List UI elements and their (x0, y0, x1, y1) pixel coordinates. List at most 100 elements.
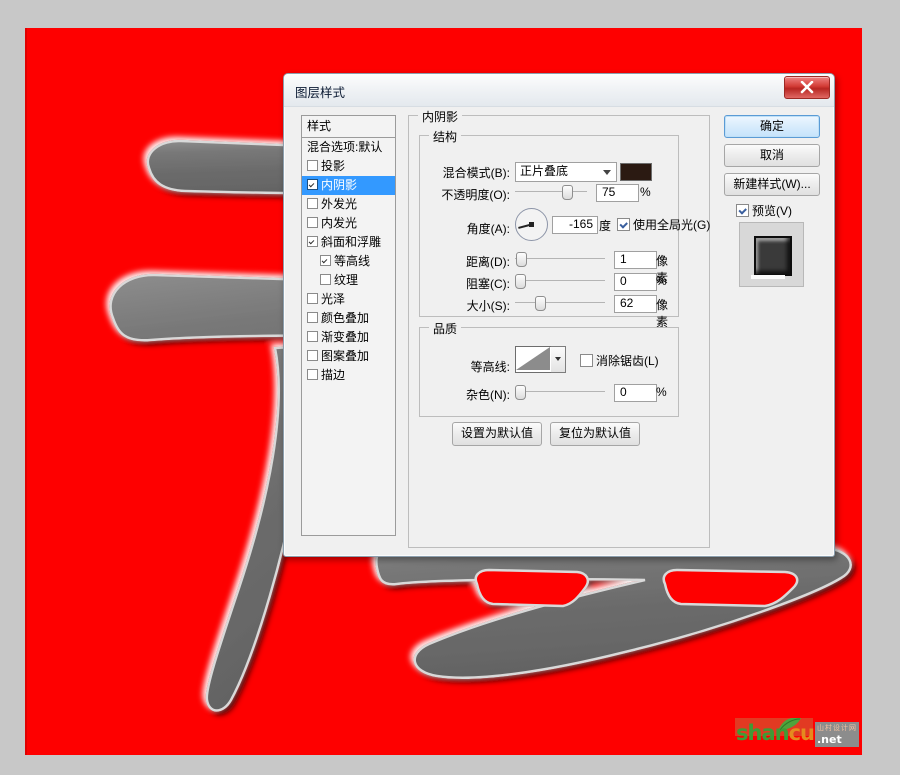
contour-dropdown-button[interactable] (551, 346, 566, 373)
style-item-checkbox[interactable] (307, 198, 318, 209)
style-list-item[interactable]: 光泽 (302, 290, 395, 309)
style-item-checkbox[interactable] (320, 274, 331, 285)
anti-alias-checkbox[interactable]: 消除锯齿(L) (580, 352, 659, 369)
style-item-label: 外发光 (321, 197, 358, 211)
slider-track (515, 280, 605, 281)
noise-label: 杂色(N): (466, 388, 510, 402)
contour-preview[interactable] (515, 346, 553, 373)
style-list-item[interactable]: 图案叠加 (302, 347, 395, 366)
size-slider[interactable] (515, 296, 605, 311)
cancel-button[interactable]: 取消 (724, 144, 820, 167)
reset-default-button[interactable]: 复位为默认值 (550, 422, 640, 446)
style-item-checkbox[interactable] (307, 236, 318, 247)
new-style-button[interactable]: 新建样式(W)... (724, 173, 820, 196)
slider-thumb[interactable] (515, 385, 526, 400)
distance-slider[interactable] (515, 252, 605, 267)
style-list-item[interactable]: 描边 (302, 366, 395, 385)
watermark-tag-bottom: .net (817, 733, 842, 746)
use-global-light-label: 使用全局光(G) (633, 218, 711, 232)
slider-track (515, 302, 605, 303)
blend-mode-select[interactable]: 正片叠底 (515, 162, 617, 182)
anti-alias-label: 消除锯齿(L) (596, 354, 659, 368)
opacity-unit: % (640, 185, 651, 199)
choke-input[interactable]: 0 (614, 273, 657, 291)
size-label: 大小(S): (466, 299, 510, 313)
size-input[interactable]: 62 (614, 295, 657, 313)
chevron-down-icon (555, 357, 561, 361)
style-item-label: 渐变叠加 (321, 330, 370, 344)
inner-shadow-group: 内阴影 结构 混合模式(B): 正片叠底 不透明度(O): 75 % 角度(A)… (408, 108, 710, 548)
style-list-item[interactable]: 斜面和浮雕 (302, 233, 395, 252)
style-list-item[interactable]: 纹理 (302, 271, 395, 290)
style-item-checkbox[interactable] (307, 179, 318, 190)
styles-list[interactable]: 混合选项:默认投影内阴影外发光内发光斜面和浮雕等高线纹理光泽 颜色叠加渐变叠加图案… (302, 138, 395, 385)
opacity-slider[interactable] (515, 185, 587, 200)
set-default-button[interactable]: 设置为默认值 (452, 422, 542, 446)
contour-curve-icon (516, 347, 550, 370)
preview-shape (751, 236, 792, 279)
style-list-item[interactable]: 颜色叠加 (302, 309, 395, 328)
quality-legend: 品质 (429, 320, 462, 337)
choke-slider[interactable] (515, 274, 605, 289)
style-item-label: 等高线 (334, 254, 371, 268)
style-item-label: 投影 (321, 159, 346, 173)
style-item-checkbox[interactable] (307, 217, 318, 228)
style-item-label: 斜面和浮雕 (321, 235, 382, 249)
style-item-label: 内阴影 (321, 178, 358, 192)
contour-label: 等高线: (470, 360, 510, 374)
size-unit: 像素 (656, 298, 669, 329)
angle-input[interactable]: -165 (552, 216, 598, 234)
style-item-label: 纹理 (334, 273, 359, 287)
angle-label: 角度(A): (466, 222, 510, 236)
style-item-label: 图案叠加 (321, 349, 370, 363)
quality-group: 品质 等高线: 消除锯齿(L) 杂色(N): 0 % (419, 320, 679, 417)
style-list-item[interactable]: 内发光 (302, 214, 395, 233)
close-button[interactable] (784, 76, 830, 99)
noise-unit: % (656, 385, 667, 399)
style-list-item[interactable]: 投影 (302, 157, 395, 176)
choke-label: 阻塞(C): (466, 277, 510, 291)
layer-style-dialog: 图层样式 样式 混合选项:默认投影内阴影外发光内发光斜面和浮雕等高线纹理光泽 颜色… (283, 73, 835, 557)
slider-thumb[interactable] (515, 252, 527, 267)
shadow-color-swatch[interactable] (620, 163, 652, 181)
style-list-item[interactable]: 渐变叠加 (302, 328, 395, 347)
opacity-label: 不透明度(O): (441, 188, 510, 202)
style-item-checkbox[interactable] (307, 369, 318, 380)
opacity-input[interactable]: 75 (596, 184, 639, 202)
slider-thumb[interactable] (535, 296, 547, 311)
use-global-light-checkbox[interactable]: 使用全局光(G) (617, 216, 710, 233)
angle-dial-hub (529, 222, 534, 227)
slider-thumb[interactable] (515, 274, 526, 289)
style-list-item[interactable]: 混合选项:默认 (302, 138, 395, 157)
slider-thumb[interactable] (562, 185, 574, 200)
noise-input[interactable]: 0 (614, 384, 657, 402)
style-item-checkbox[interactable] (307, 160, 318, 171)
checkbox-box (580, 354, 593, 367)
style-item-checkbox[interactable] (320, 255, 331, 266)
distance-input[interactable]: 1 (614, 251, 657, 269)
structure-legend: 结构 (429, 128, 462, 145)
dialog-titlebar[interactable]: 图层样式 (284, 74, 834, 107)
close-icon (800, 81, 814, 94)
style-item-label: 描边 (321, 368, 346, 382)
ok-button[interactable]: 确定 (724, 115, 820, 138)
style-list-item[interactable]: 等高线 (302, 252, 395, 271)
noise-slider[interactable] (515, 385, 605, 400)
choke-unit: % (656, 274, 667, 288)
angle-dial[interactable] (515, 208, 548, 241)
styles-panel-header: 样式 (302, 116, 395, 138)
style-item-checkbox[interactable] (307, 293, 318, 304)
style-item-checkbox[interactable] (307, 350, 318, 361)
blend-mode-value: 正片叠底 (520, 164, 569, 178)
preview-checkbox[interactable]: 预览(V) (736, 202, 792, 219)
style-item-checkbox[interactable] (307, 331, 318, 342)
checkbox-box (617, 218, 630, 231)
style-list-item[interactable]: 内阴影 (302, 176, 395, 195)
style-item-checkbox[interactable] (307, 312, 318, 323)
blend-mode-label: 混合模式(B): (442, 166, 510, 180)
style-list-item[interactable]: 外发光 (302, 195, 395, 214)
distance-label: 距离(D): (466, 255, 510, 269)
style-item-label: 混合选项:默认 (307, 140, 383, 154)
watermark-tag: 山村设计网 .net (815, 722, 859, 747)
dialog-body: 样式 混合选项:默认投影内阴影外发光内发光斜面和浮雕等高线纹理光泽 颜色叠加渐变叠… (284, 106, 834, 556)
